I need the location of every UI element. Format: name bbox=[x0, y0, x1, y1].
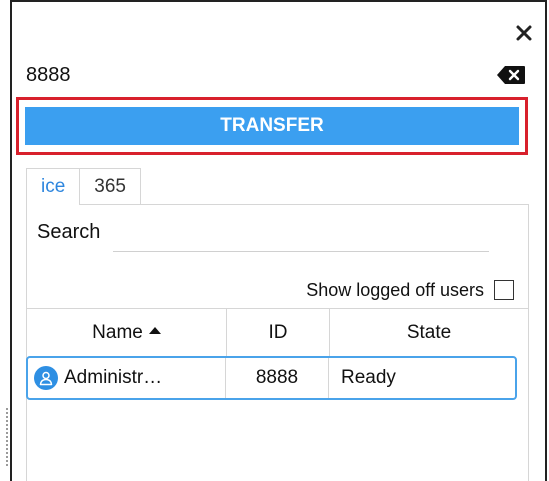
column-header-name[interactable]: Name bbox=[27, 309, 227, 356]
tab-ice[interactable]: ice bbox=[26, 168, 81, 205]
table-row[interactable]: Administr… 8888 Ready bbox=[26, 356, 517, 400]
cell-state: Ready bbox=[341, 367, 396, 388]
close-icon[interactable] bbox=[515, 24, 533, 42]
cell-id: 8888 bbox=[226, 358, 329, 398]
directory-tabs: ice 365 bbox=[26, 168, 141, 205]
table-header: Name ID State bbox=[27, 308, 528, 356]
search-label: Search bbox=[37, 221, 101, 243]
directory-content: Search Show logged off users Name ID Sta… bbox=[26, 204, 529, 481]
dial-number-row: 8888 bbox=[26, 62, 526, 88]
show-logged-off-label: Show logged off users bbox=[306, 279, 484, 300]
show-logged-off-toggle: Show logged off users bbox=[306, 278, 514, 302]
show-logged-off-checkbox[interactable] bbox=[494, 280, 514, 300]
transfer-button[interactable]: TRANSFER bbox=[25, 107, 519, 145]
backspace-icon[interactable] bbox=[496, 65, 526, 85]
tab-365[interactable]: 365 bbox=[80, 168, 141, 204]
cell-name-text: Administr… bbox=[64, 367, 163, 388]
cell-name: Administr… bbox=[28, 358, 226, 398]
column-header-id[interactable]: ID bbox=[227, 309, 330, 356]
search-input[interactable] bbox=[113, 219, 489, 252]
column-header-state[interactable]: State bbox=[330, 309, 528, 356]
resize-handle[interactable] bbox=[6, 408, 8, 468]
dial-number-value[interactable]: 8888 bbox=[26, 62, 71, 88]
sort-ascending-icon bbox=[148, 327, 161, 335]
user-avatar-icon bbox=[34, 366, 58, 390]
column-header-name-label: Name bbox=[92, 322, 143, 343]
transfer-panel-screenshot: 8888 TRANSFER ice 365 Search Show logged… bbox=[0, 0, 549, 481]
